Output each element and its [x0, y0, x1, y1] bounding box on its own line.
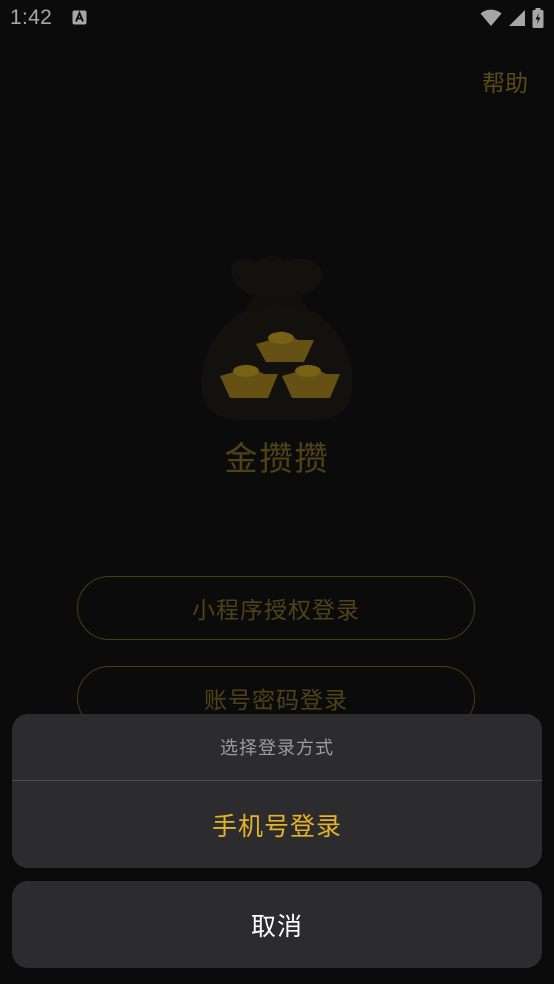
cancel-button[interactable]: 取消 — [12, 881, 542, 968]
phone-login-option[interactable]: 手机号登录 — [12, 781, 542, 868]
action-sheet-title: 选择登录方式 — [12, 714, 542, 781]
login-screen: 1:42 帮助 金攒攒 小程序授权登录 账号密码登录 选择登录方式 手机号登录 … — [0, 0, 554, 984]
login-method-action-sheet: 选择登录方式 手机号登录 — [12, 714, 542, 868]
